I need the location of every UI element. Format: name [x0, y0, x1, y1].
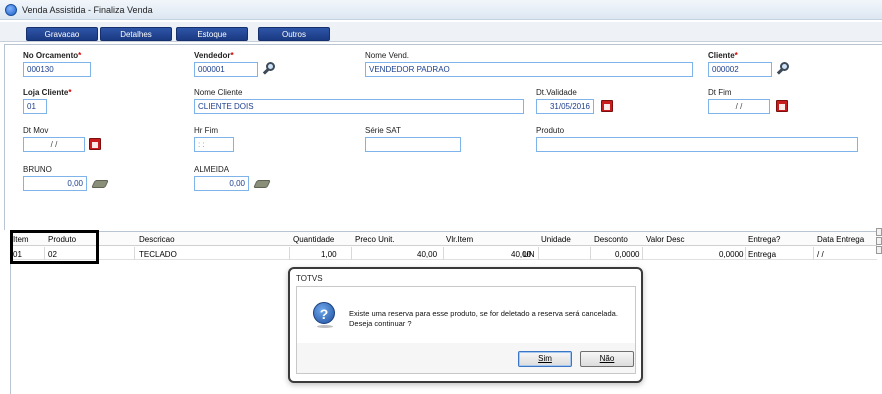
scroll-down-button[interactable] — [876, 246, 882, 254]
detalhes-button[interactable]: Detalhes — [100, 27, 172, 41]
col-header-entrega[interactable]: Entrega? — [748, 235, 780, 244]
serie-sat-field[interactable] — [365, 137, 461, 152]
money-icon[interactable] — [253, 180, 271, 188]
grid-header: Item Produto Descricao Quantidade Preco … — [11, 232, 877, 246]
col-header-preco-unit[interactable]: Preco Unit. — [355, 235, 395, 244]
money-icon[interactable] — [91, 180, 109, 188]
dt-validade-label: Dt.Validade — [536, 88, 577, 97]
app-icon — [5, 4, 17, 16]
scroll-up-button[interactable] — [876, 228, 882, 236]
yes-button[interactable]: Sim — [518, 351, 572, 367]
vendedor-label: Vendedor* — [194, 51, 234, 60]
dt-mov-field[interactable]: / / — [23, 137, 85, 152]
confirm-dialog: TOTVS ? Existe uma reserva para esse pro… — [288, 267, 643, 383]
cell-quantidade[interactable]: 1,00 — [321, 250, 337, 259]
nome-vend-label: Nome Vend. — [365, 51, 410, 60]
produto-label: Produto — [536, 126, 565, 135]
dt-validade-field[interactable]: 31/05/2016 — [536, 99, 594, 114]
dialog-body: ? Existe uma reserva para esse produto, … — [296, 286, 636, 374]
sale-form: No Orcamento* 000130 Vendedor* 000001 No… — [4, 44, 882, 230]
bruno-label: BRUNO — [23, 165, 52, 174]
hr-fim-label: Hr Fim — [194, 126, 218, 135]
cliente-label: Cliente* — [708, 51, 738, 60]
outros-button[interactable]: Outros — [258, 27, 330, 41]
cliente-search-icon[interactable] — [776, 62, 790, 76]
bruno-field[interactable]: 0,00 — [23, 176, 87, 191]
loja-cliente-label: Loja Cliente* — [23, 88, 72, 97]
cell-entrega[interactable]: Entrega — [748, 250, 776, 259]
col-header-desconto[interactable]: Desconto — [594, 235, 628, 244]
cell-desconto[interactable]: 0,0000 — [615, 250, 639, 259]
col-header-vlr-item[interactable]: Vlr.Item — [446, 235, 473, 244]
nome-vend-field[interactable]: VENDEDOR PADRAO — [365, 62, 693, 77]
col-header-descricao[interactable]: Descricao — [139, 235, 175, 244]
dt-validade-calendar-icon[interactable] — [601, 100, 613, 112]
almeida-label: ALMEIDA — [194, 165, 230, 174]
col-header-valor-desc[interactable]: Valor Desc — [646, 235, 685, 244]
dialog-message-line2: Deseja continuar ? — [349, 319, 412, 328]
title-bar: Venda Assistida - Finaliza Venda — [0, 0, 882, 20]
almeida-field[interactable]: 0,00 — [194, 176, 249, 191]
dt-mov-label: Dt Mov — [23, 126, 49, 135]
hr-fim-field[interactable]: : : — [194, 137, 234, 152]
toolbar: Gravacao Detalhes Estoque Outros — [0, 22, 882, 42]
grid-side-controls — [876, 228, 882, 268]
col-header-unidade[interactable]: Unidade — [541, 235, 571, 244]
estoque-button[interactable]: Estoque — [176, 27, 248, 41]
dialog-title: TOTVS — [296, 274, 323, 283]
vendedor-field[interactable]: 000001 — [194, 62, 258, 77]
dialog-message: Existe uma reserva para esse produto, se… — [349, 309, 618, 329]
table-row[interactable]: 01 02 TECLADO 1,00 40,00 40,00 UN 0,0000… — [11, 247, 877, 260]
window-title: Venda Assistida - Finaliza Venda — [22, 5, 153, 15]
loja-cliente-field[interactable]: 01 — [23, 99, 47, 114]
nome-cliente-field[interactable]: CLIENTE DOIS — [194, 99, 524, 114]
dt-fim-label: Dt Fim — [708, 88, 732, 97]
col-header-quantidade[interactable]: Quantidade — [293, 235, 334, 244]
cell-unidade[interactable]: UN — [523, 250, 535, 259]
gravacao-button[interactable]: Gravacao — [26, 27, 98, 41]
cell-descricao[interactable]: TECLADO — [139, 250, 177, 259]
orcamento-label: No Orcamento* — [23, 51, 82, 60]
orcamento-field[interactable]: 000130 — [23, 62, 91, 77]
cell-preco-unit[interactable]: 40,00 — [417, 250, 437, 259]
dt-fim-field[interactable]: / / — [708, 99, 770, 114]
serie-sat-label: Série SAT — [365, 126, 401, 135]
question-icon: ? — [313, 302, 335, 328]
produto-field[interactable] — [536, 137, 858, 152]
cliente-field[interactable]: 000002 — [708, 62, 772, 77]
dialog-message-area: ? Existe uma reserva para esse produto, … — [297, 287, 635, 343]
vendedor-search-icon[interactable] — [262, 62, 276, 76]
dialog-message-line1: Existe uma reserva para esse produto, se… — [349, 309, 618, 318]
scroll-button[interactable] — [876, 237, 882, 245]
highlight-box — [10, 230, 99, 264]
dt-fim-calendar-icon[interactable] — [776, 100, 788, 112]
nome-cliente-label: Nome Cliente — [194, 88, 243, 97]
col-header-data-entrega[interactable]: Data Entrega — [817, 235, 864, 244]
cell-valor-desc[interactable]: 0,0000 — [719, 250, 743, 259]
no-button[interactable]: Não — [580, 351, 634, 367]
dt-mov-calendar-icon[interactable] — [89, 138, 101, 150]
cell-data-entrega[interactable]: / / — [817, 250, 824, 259]
